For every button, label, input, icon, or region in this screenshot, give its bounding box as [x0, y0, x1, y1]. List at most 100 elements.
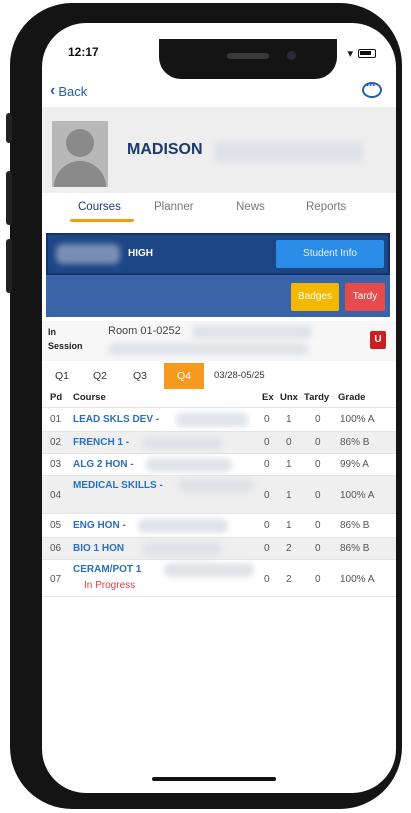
table-row[interactable]: 04 MEDICAL SKILLS - 0 1 0 100% A: [42, 475, 396, 513]
quarter-q4[interactable]: Q4: [164, 363, 204, 389]
redacted-teacher: [176, 413, 248, 427]
quarter-q3[interactable]: Q3: [124, 363, 156, 389]
row-unx: 1: [286, 459, 292, 470]
badges-button[interactable]: Badges: [291, 283, 339, 311]
row-grade: 100% A: [340, 574, 375, 585]
row-ex: 0: [264, 520, 270, 531]
row-period: 01: [50, 414, 62, 425]
phone-frame: 12:17 ▾ ‹ Back MADISON Courses Planner: [6, 3, 402, 809]
session-status: In Session: [48, 327, 83, 351]
redacted-school-name: [56, 244, 120, 264]
redacted-teacher: [164, 563, 254, 577]
back-label: Back: [58, 83, 88, 99]
camera-icon: [287, 51, 296, 60]
table-row[interactable]: 06 BIO 1 HON 0 2 0 86% B: [42, 537, 396, 559]
redacted-teacher: [142, 542, 222, 556]
row-grade: 86% B: [340, 543, 370, 554]
row-tardy: 0: [315, 543, 321, 554]
row-tardy: 0: [315, 414, 321, 425]
row-ex: 0: [264, 437, 270, 448]
volume-up-button: [6, 171, 12, 225]
row-ex: 0: [264, 574, 270, 585]
row-tardy: 0: [315, 574, 321, 585]
home-indicator[interactable]: [152, 777, 276, 781]
system-icons: ▾: [347, 47, 376, 60]
course-link[interactable]: BIO 1 HON: [73, 543, 124, 554]
course-link[interactable]: ENG HON -: [73, 520, 126, 531]
row-unx: 1: [286, 520, 292, 531]
speaker-grille: [227, 53, 269, 59]
grades-header: Pd Course Ex Unx Tardy Grade: [42, 389, 396, 407]
quarter-selector: Q1 Q2 Q3 Q4 03/28-05/25: [42, 363, 396, 389]
table-row[interactable]: 02 FRENCH 1 - 0 0 0 86% B: [42, 431, 396, 453]
battery-icon: [358, 49, 376, 58]
back-button[interactable]: ‹ Back: [50, 82, 87, 100]
notch: [159, 39, 337, 79]
tardy-button[interactable]: Tardy: [345, 283, 385, 311]
row-ex: 0: [264, 490, 270, 501]
row-ex: 0: [264, 543, 270, 554]
u-badge[interactable]: U: [370, 331, 386, 349]
course-link[interactable]: MEDICAL SKILLS -: [73, 480, 163, 491]
action-bar: Badges Tardy: [46, 275, 390, 317]
row-period: 02: [50, 437, 62, 448]
tab-courses[interactable]: Courses: [78, 201, 121, 213]
tab-planner[interactable]: Planner: [154, 201, 194, 213]
redacted-teacher: [138, 519, 228, 533]
avatar: [52, 121, 108, 187]
quarter-date-range: 03/28-05/25: [214, 370, 265, 381]
row-grade: 100% A: [340, 490, 375, 501]
header-tardy: Tardy: [304, 392, 330, 403]
profile-header: MADISON: [42, 107, 396, 193]
row-unx: 0: [286, 437, 292, 448]
student-name: MADISON: [127, 141, 203, 158]
chevron-left-icon: ‹: [50, 82, 56, 99]
row-unx: 1: [286, 414, 292, 425]
table-row[interactable]: 03 ALG 2 HON - 0 1 0 99% A: [42, 453, 396, 475]
row-ex: 0: [264, 414, 270, 425]
row-unx: 2: [286, 543, 292, 554]
row-tardy: 0: [315, 437, 321, 448]
row-unx: 2: [286, 574, 292, 585]
table-row[interactable]: 05 ENG HON - 0 1 0 86% B: [42, 513, 396, 537]
quarter-q1[interactable]: Q1: [46, 363, 78, 389]
row-grade: 99% A: [340, 459, 369, 470]
redacted-last-name: [214, 141, 364, 163]
header-course: Course: [73, 392, 106, 403]
row-tardy: 0: [315, 490, 321, 501]
tab-bar: Courses Planner News Reports: [42, 193, 396, 227]
table-row[interactable]: 01 LEAD SKLS DEV - 0 1 0 100% A: [42, 407, 396, 431]
course-link[interactable]: FRENCH 1 -: [73, 437, 129, 448]
header-ex: Ex: [262, 392, 274, 403]
avatar-head-shape: [66, 129, 94, 157]
screen: 12:17 ▾ ‹ Back MADISON Courses Planner: [42, 23, 396, 793]
table-row[interactable]: 07 CERAM/POT 1 In Progress 0 2 0 100% A: [42, 559, 396, 597]
chat-bubble-icon[interactable]: [362, 78, 382, 98]
row-grade: 86% B: [340, 520, 370, 531]
header-grade: Grade: [338, 392, 366, 403]
student-info-button[interactable]: Student Info: [276, 240, 384, 268]
mute-switch: [6, 113, 12, 143]
school-bar: HIGH Student Info: [46, 233, 390, 275]
row-period: 05: [50, 520, 62, 531]
wifi-icon: ▾: [347, 48, 353, 60]
header-unx: Unx: [280, 392, 298, 403]
row-period: 03: [50, 459, 62, 470]
tab-reports[interactable]: Reports: [306, 201, 346, 213]
active-tab-indicator: [70, 219, 134, 222]
row-ex: 0: [264, 459, 270, 470]
avatar-body-shape: [54, 161, 106, 187]
row-unx: 1: [286, 490, 292, 501]
tab-news[interactable]: News: [236, 201, 265, 213]
redacted-teacher: [146, 458, 232, 472]
row-tardy: 0: [315, 459, 321, 470]
course-link[interactable]: LEAD SKLS DEV -: [73, 414, 159, 425]
row-grade: 100% A: [340, 414, 375, 425]
course-link[interactable]: CERAM/POT 1: [73, 564, 141, 575]
row-tardy: 0: [315, 520, 321, 531]
header-pd: Pd: [50, 392, 63, 403]
course-link[interactable]: ALG 2 HON -: [73, 459, 134, 470]
row-period: 04: [50, 490, 62, 501]
quarter-q2[interactable]: Q2: [84, 363, 116, 389]
row-grade: 86% B: [340, 437, 370, 448]
